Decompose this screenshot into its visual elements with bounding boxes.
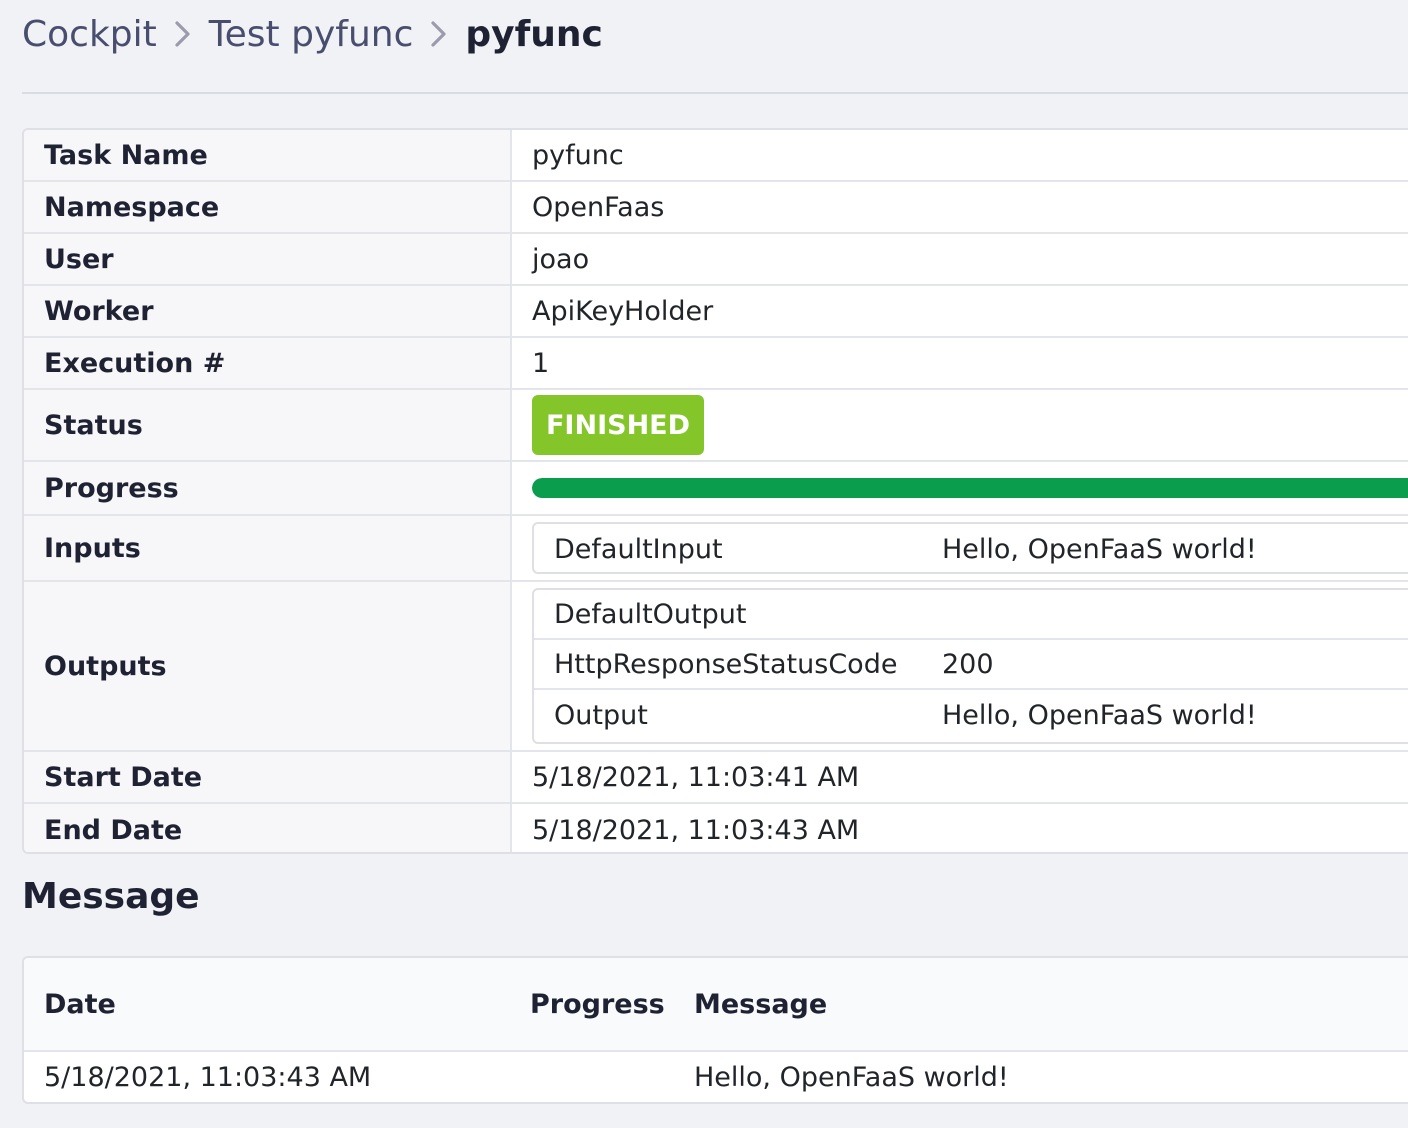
detail-row-progress: Progress bbox=[24, 462, 1408, 516]
status-badge: FINISHED bbox=[532, 395, 704, 455]
progress-bar bbox=[532, 478, 1408, 498]
start-date-value: 5/18/2021, 11:03:41 AM bbox=[532, 761, 860, 793]
detail-label: Task Name bbox=[24, 130, 512, 180]
message-table: Date Progress Message 5/18/2021, 11:03:4… bbox=[22, 956, 1408, 1104]
message-section-title: Message bbox=[22, 876, 200, 917]
detail-row-worker: Worker ApiKeyHolder bbox=[24, 286, 1408, 338]
detail-label: Namespace bbox=[24, 182, 512, 232]
user-value: joao bbox=[532, 243, 590, 275]
outputs-table: DefaultOutput HttpResponseStatusCode 200… bbox=[532, 588, 1408, 744]
status-cell: FINISHED bbox=[512, 390, 1408, 460]
detail-label: Progress bbox=[24, 462, 512, 514]
end-date-value: 5/18/2021, 11:03:43 AM bbox=[532, 814, 860, 846]
detail-label: Worker bbox=[24, 286, 512, 336]
column-header-date[interactable]: Date bbox=[24, 989, 512, 1020]
chevron-right-icon bbox=[413, 8, 465, 60]
output-key: DefaultOutput bbox=[554, 598, 747, 630]
detail-label: Inputs bbox=[24, 516, 512, 580]
worker-value: ApiKeyHolder bbox=[532, 295, 714, 327]
list-item: DefaultOutput bbox=[534, 590, 1408, 640]
detail-row-user: User joao bbox=[24, 234, 1408, 286]
detail-label: End Date bbox=[24, 804, 512, 852]
detail-row-end-date: End Date 5/18/2021, 11:03:43 AM bbox=[24, 804, 1408, 852]
input-key: DefaultInput bbox=[554, 533, 723, 565]
inputs-cell: DefaultInput Hello, OpenFaaS world! bbox=[512, 516, 1408, 580]
column-header-progress[interactable]: Progress bbox=[512, 989, 692, 1020]
column-header-message[interactable]: Message bbox=[692, 989, 1408, 1020]
message-date: 5/18/2021, 11:03:43 AM bbox=[44, 1061, 372, 1093]
execution-value: 1 bbox=[532, 347, 550, 379]
detail-label: Outputs bbox=[24, 582, 512, 750]
detail-row-execution: Execution # 1 bbox=[24, 338, 1408, 390]
detail-row-start-date: Start Date 5/18/2021, 11:03:41 AM bbox=[24, 752, 1408, 804]
output-value: 200 bbox=[942, 648, 994, 680]
breadcrumb-item-test-pyfunc[interactable]: Test pyfunc bbox=[209, 14, 414, 55]
detail-label: User bbox=[24, 234, 512, 284]
detail-label: Status bbox=[24, 390, 512, 460]
message-table-header: Date Progress Message bbox=[24, 958, 1408, 1052]
namespace-value: OpenFaas bbox=[532, 191, 665, 223]
breadcrumb: Cockpit Test pyfunc pyfunc bbox=[22, 8, 603, 60]
detail-row-task-name: Task Name pyfunc bbox=[24, 130, 1408, 182]
output-key: Output bbox=[554, 699, 648, 731]
output-key: HttpResponseStatusCode bbox=[554, 648, 898, 680]
outputs-cell: DefaultOutput HttpResponseStatusCode 200… bbox=[512, 582, 1408, 750]
detail-label: Start Date bbox=[24, 752, 512, 802]
task-details-table: Task Name pyfunc Namespace OpenFaas User… bbox=[22, 128, 1408, 854]
detail-label: Execution # bbox=[24, 338, 512, 388]
progress-cell bbox=[512, 462, 1408, 514]
output-value: Hello, OpenFaaS world! bbox=[942, 699, 1257, 731]
progress-bar-fill bbox=[532, 478, 1408, 498]
detail-row-inputs: Inputs DefaultInput Hello, OpenFaaS worl… bbox=[24, 516, 1408, 582]
breadcrumb-item-cockpit[interactable]: Cockpit bbox=[22, 14, 157, 55]
list-item: DefaultInput Hello, OpenFaaS world! bbox=[534, 524, 1408, 574]
list-item: Output Hello, OpenFaaS world! bbox=[534, 690, 1408, 740]
table-row: 5/18/2021, 11:03:43 AM Hello, OpenFaaS w… bbox=[24, 1052, 1408, 1102]
detail-row-namespace: Namespace OpenFaas bbox=[24, 182, 1408, 234]
detail-row-status: Status FINISHED bbox=[24, 390, 1408, 462]
task-name-value: pyfunc bbox=[532, 139, 624, 171]
chevron-right-icon bbox=[157, 8, 209, 60]
list-item: HttpResponseStatusCode 200 bbox=[534, 640, 1408, 690]
breadcrumb-current: pyfunc bbox=[465, 13, 603, 55]
inputs-table: DefaultInput Hello, OpenFaaS world! bbox=[532, 522, 1408, 574]
header-divider bbox=[22, 92, 1408, 94]
input-value: Hello, OpenFaaS world! bbox=[942, 533, 1257, 565]
detail-row-outputs: Outputs DefaultOutput HttpResponseStatus… bbox=[24, 582, 1408, 752]
message-text: Hello, OpenFaaS world! bbox=[694, 1061, 1009, 1093]
